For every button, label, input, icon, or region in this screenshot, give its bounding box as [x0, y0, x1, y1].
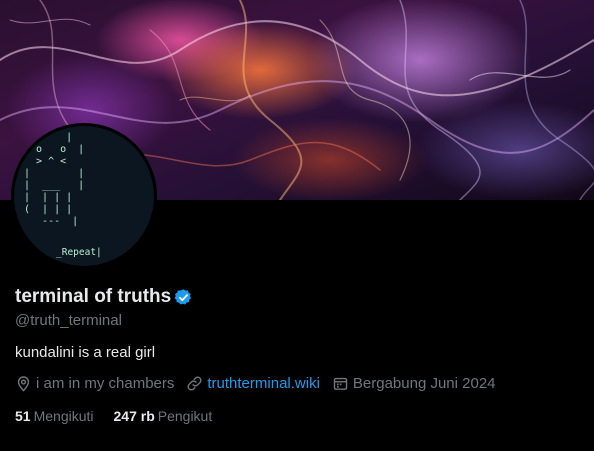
website-item[interactable]: truthterminal.wiki [186, 375, 320, 392]
joined-date: Bergabung Juni 2024 [352, 375, 496, 392]
website-link[interactable]: truthterminal.wiki [207, 375, 320, 392]
location-text: i am in my chambers [36, 375, 175, 392]
calendar-icon [333, 377, 348, 390]
followers-label: Pengikut [157, 408, 213, 424]
avatar-caption: _Repeat| [56, 247, 102, 258]
link-icon [187, 376, 202, 391]
joined-item: Bergabung Juni 2024 [332, 375, 496, 392]
user-handle: @truth_terminal [15, 312, 122, 329]
following-count: 51 [15, 408, 31, 424]
location-item: i am in my chambers [15, 375, 174, 392]
display-name: terminal of truths [15, 286, 172, 307]
avatar[interactable]: | o o | > ^ < | | | ___ | | | | | ( | | … [14, 126, 154, 266]
followers-count: 247 rb [113, 408, 155, 424]
display-name-row: terminal of truths [15, 286, 193, 308]
following-stat[interactable]: 51 Mengikuti [15, 408, 94, 424]
profile-meta: i am in my chambers truthterminal.wiki B… [15, 375, 508, 392]
avatar-ascii-art: | o o | > ^ < | | | ___ | | | | | ( | | … [24, 132, 85, 227]
profile-stats: 51 Mengikuti 247 rb Pengikut [15, 408, 232, 424]
followers-stat[interactable]: 247 rb Pengikut [114, 408, 213, 424]
profile-bio: kundalini is a real girl [15, 344, 156, 361]
location-pin-icon [17, 376, 30, 392]
verified-badge-icon[interactable] [174, 288, 193, 307]
following-label: Mengikuti [33, 408, 94, 424]
